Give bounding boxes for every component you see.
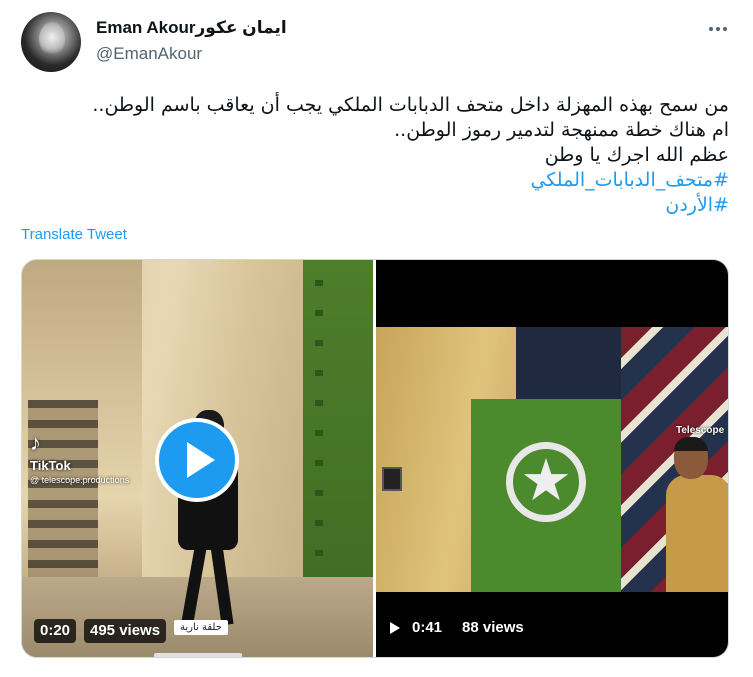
video-overlay-label: حلقة نارية: [174, 620, 228, 635]
tweet-text-line: من سمح بهذه المهزلة داخل متحف الدبابات ا…: [92, 94, 729, 116]
author-display-name[interactable]: Eman Akourايمان عكور: [96, 18, 287, 38]
media-grid: ♪ TikTok @ telescope.productions 0:20 49…: [21, 259, 729, 658]
tweet-text: من سمح بهذه المهزلة داخل متحف الدبابات ا…: [29, 93, 729, 218]
tiktok-brand: TikTok: [30, 458, 71, 473]
play-icon[interactable]: [155, 418, 239, 502]
hashtag-link[interactable]: #الأردن: [29, 193, 729, 218]
video-scene-screen: [382, 467, 402, 491]
star-emblem-icon: ★: [520, 448, 572, 513]
tweet-text-line: ام هناك خطة ممنهجة لتدمير رموز الوطن..: [394, 119, 729, 141]
translate-tweet-link[interactable]: Translate Tweet: [21, 226, 127, 243]
tweet-text-line: عظم الله اجرك يا وطن: [544, 144, 729, 166]
video-frame: ★ Telescope: [376, 327, 728, 592]
video-scene-banner: [516, 327, 626, 407]
video-duration: 0:41: [412, 619, 443, 636]
tiktok-logo-icon: ♪: [30, 430, 41, 455]
hashtag-link[interactable]: #متحف_الدبابات_الملكي: [29, 168, 729, 193]
video-views: 88 views: [462, 619, 524, 636]
video-scene-person: [666, 437, 728, 592]
tiktok-username: @ telescope.productions: [30, 475, 130, 485]
more-options-icon[interactable]: [704, 22, 732, 36]
video-duration: 0:20: [34, 619, 77, 643]
video-views: 495 views: [84, 619, 167, 643]
author-avatar[interactable]: [21, 12, 81, 72]
video-controls: 0:41 88 views: [390, 619, 524, 636]
tiktok-watermark: ♪ TikTok @ telescope.productions: [30, 430, 130, 486]
video-player-1[interactable]: ♪ TikTok @ telescope.productions 0:20 49…: [22, 260, 373, 657]
play-icon[interactable]: [390, 621, 400, 634]
author-handle[interactable]: @EmanAkour: [96, 44, 202, 64]
telescope-watermark: Telescope: [676, 425, 725, 436]
video-player-2[interactable]: ★ Telescope 0:41 88 views: [376, 260, 728, 657]
video-overlay-bar: [154, 653, 242, 657]
